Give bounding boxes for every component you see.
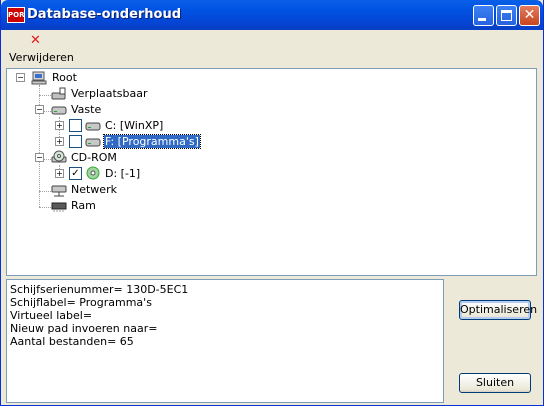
collapse-cdrom-expander[interactable]: −: [35, 153, 44, 162]
tree-node-drive-d[interactable]: D: [-1]: [104, 166, 141, 182]
network-drive-icon: [51, 185, 67, 197]
tree-node-drive-d-label: D: [-1]: [105, 167, 141, 180]
tree-node-fixed[interactable]: Vaste: [70, 102, 102, 118]
tree-line: [39, 95, 51, 96]
close-icon: ✕: [523, 7, 536, 23]
tree-node-root-label: Root: [52, 71, 77, 84]
drive-f-checkbox[interactable]: [69, 135, 82, 148]
tree-node-cdrom-label: CD-ROM: [71, 151, 117, 164]
drive-d-checkbox[interactable]: ✓: [69, 167, 82, 180]
close-window-button[interactable]: ✕: [519, 5, 540, 26]
tree-node-ram-label: Ram: [71, 199, 96, 212]
drive-info-panel[interactable]: Schijfserienummer= 130D-5EC1 Schijflabel…: [6, 279, 444, 403]
computer-icon: [31, 71, 47, 85]
tree-node-drive-c[interactable]: C: [WinXP]: [104, 118, 164, 134]
expand-drive-f-expander[interactable]: +: [55, 137, 64, 146]
maximize-button[interactable]: [496, 5, 517, 26]
title-bar[interactable]: POR Database-onderhoud ✕: [1, 0, 543, 30]
tree-node-drive-c-label: C: [WinXP]: [105, 119, 164, 132]
info-line-label: Schijflabel= Programma's: [10, 296, 152, 309]
tree-node-network[interactable]: Netwerk: [70, 182, 118, 198]
cd-disc-icon: [86, 166, 100, 180]
optimize-button[interactable]: Optimaliseren: [459, 300, 537, 320]
collapse-fixed-expander[interactable]: −: [35, 105, 44, 114]
toolbar: ✕ Verwijderen: [2, 30, 542, 66]
tree-node-removable-label: Verplaatsbaar: [71, 87, 148, 100]
hard-drive-icon: [51, 106, 67, 115]
info-line-new-path: Nieuw pad invoeren naar=: [10, 322, 158, 335]
close-button[interactable]: Sluiten: [459, 373, 531, 393]
tree-node-network-label: Netwerk: [71, 183, 117, 196]
drive-tree[interactable]: − Root Verplaatsbaar − Vaste + C: [WinXP…: [6, 68, 537, 276]
removable-drive-icon: [51, 87, 66, 100]
tree-node-ram[interactable]: Ram: [70, 198, 97, 214]
tree-node-drive-f-label: F: [Programma's]: [103, 134, 201, 149]
tree-line: [39, 191, 51, 192]
info-line-file-count: Aantal bestanden= 65: [10, 335, 134, 348]
database-maintenance-window: POR Database-onderhoud ✕ ✕ Verwijderen −…: [0, 0, 544, 406]
tree-node-root[interactable]: Root: [51, 70, 78, 86]
tree-node-removable[interactable]: Verplaatsbaar: [70, 86, 149, 102]
tree-node-cdrom[interactable]: CD-ROM: [70, 150, 118, 166]
tree-line: [39, 85, 40, 207]
ram-chip-icon: [51, 202, 67, 212]
tree-node-fixed-label: Vaste: [71, 103, 102, 116]
expand-drive-d-expander[interactable]: +: [55, 169, 64, 178]
info-line-serial: Schijfserienummer= 130D-5EC1: [10, 283, 189, 296]
app-icon[interactable]: POR: [7, 7, 25, 23]
drive-c-checkbox[interactable]: [69, 119, 82, 132]
tree-line: [39, 207, 51, 208]
delete-x-icon: ✕: [30, 33, 41, 48]
hard-drive-icon: [85, 122, 101, 131]
collapse-root-expander[interactable]: −: [16, 73, 25, 82]
minimize-icon: [478, 18, 486, 21]
minimize-button[interactable]: [473, 5, 494, 26]
delete-label: Verwijderen: [9, 51, 74, 64]
cdrom-drive-icon: [51, 150, 67, 163]
info-line-virtual-label: Virtueel label=: [10, 309, 93, 322]
window-title: Database-onderhoud: [27, 7, 182, 22]
hard-drive-icon: [85, 138, 101, 147]
tree-node-drive-f[interactable]: F: [Programma's]: [103, 134, 201, 150]
expand-drive-c-expander[interactable]: +: [55, 121, 64, 130]
maximize-icon: [501, 10, 512, 21]
delete-button[interactable]: ✕ Verwijderen: [5, 32, 74, 64]
